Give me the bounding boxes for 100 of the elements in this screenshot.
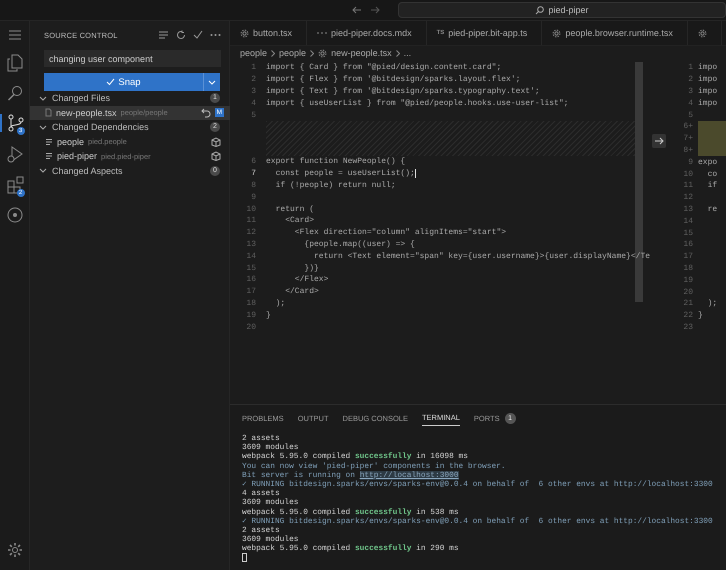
list-icon[interactable] [158,30,169,40]
line-number: 5 [687,110,694,120]
menu-icon[interactable] [8,29,22,41]
line-number: 15 [682,228,694,238]
code-line: const people = useUserList(); [274,169,415,178]
code-line: <Flex direction="column" alignItems="start"> [294,228,506,238]
line-number: 2 [687,75,694,84]
arrow-right-icon [654,137,664,145]
extensions-icon [6,176,24,194]
code-line: import { Card } from "@pied/design.content.card"; [266,63,502,72]
dropdown-button[interactable] [203,73,220,91]
line-number: 10 [682,170,694,179]
source-control-icon [6,114,24,132]
revert-icon[interactable] [200,108,211,118]
breadcrumb-item[interactable]: people [240,48,268,58]
line-number: 6+ [682,122,694,132]
line-number: 18 [245,298,257,308]
line-number: 14 [245,252,257,261]
terminal-cursor [242,553,247,562]
line-number: 3 [687,86,694,96]
line-number: 13 [682,204,694,214]
code-line: <Card> [284,216,314,226]
chevron-icon [39,124,47,130]
chevron-icon [39,168,47,174]
files-icon[interactable] [6,54,22,72]
command-center-search[interactable]: pied-piper [398,2,726,18]
code-line: import { Text } from '@bitdesign/sparks.typography.text'; [266,86,540,96]
gear-icon [318,48,328,58]
line-number: 5 [250,110,257,120]
line-number: 12 [245,228,257,238]
commit-message-field[interactable]: changing user component [44,50,221,67]
code-line: return ( [274,204,314,214]
more-icon[interactable] [210,33,221,37]
line-number: 9 [250,192,257,202]
editor-tab[interactable]: people.browser.runtime.tsx [542,21,688,45]
code-line: impo [698,63,718,72]
code-line: return <Text element="span" key={user.username}>{user.displayName}</Te [313,252,650,261]
code-line: </Card> [284,287,319,296]
forward-arrow-icon[interactable] [370,6,380,14]
code-line: impo [698,86,718,96]
editor-tab[interactable]: button.tsx [230,21,308,45]
line-number: 1 [250,63,257,72]
added-line-highlight [698,120,726,133]
breadcrumb-item[interactable]: ... [404,48,412,58]
code-line: } [266,310,271,320]
dashes-icon [317,31,328,35]
check-icon [106,78,116,86]
line-number: 14 [682,216,694,226]
line-number: 11 [682,181,694,190]
run-debug-icon[interactable] [6,145,24,163]
code-line: {people.map((user) => { [303,240,415,249]
editor-tab[interactable]: pied-piper.docs.mdx [307,21,427,45]
code-line: ); [706,299,718,308]
refresh-icon[interactable] [176,30,186,40]
line-number: 18 [682,264,694,273]
line-number: 13 [245,240,257,249]
breadcrumb-item[interactable]: new-people.tsx [331,48,392,58]
gear-icon [698,28,707,38]
line-number: 8+ [682,146,694,155]
search-icon [535,6,544,14]
revert-block-button[interactable] [652,134,666,148]
circle-logo-icon[interactable] [6,207,22,223]
line-number: 7+ [682,134,694,144]
box-icon[interactable] [211,136,221,147]
line-number: 16 [682,240,694,250]
code-line: } [698,311,703,320]
line-number: 19 [682,276,694,285]
code-line: import { Flex } from '@bitdesign/sparks.layout.flex'; [266,75,520,84]
chevron-right-icon [310,50,314,56]
line-number: 1 [687,63,694,72]
box-icon[interactable] [211,151,221,162]
check-icon[interactable] [193,30,203,40]
code-line: expo [698,158,718,167]
list-icon [45,152,53,160]
code-line: })} [303,264,319,273]
search-icon[interactable] [6,85,22,101]
line-number: 17 [682,252,694,262]
list-icon [45,138,53,146]
chevron-right-icon [271,50,276,56]
line-number: 2 [250,75,257,84]
code-line: co [706,170,718,179]
chevron-icon [39,96,47,101]
breadcrumb-item[interactable]: people [279,48,306,58]
line-number: 19 [245,310,257,320]
back-arrow-icon[interactable] [352,6,362,14]
line-number: 21 [682,299,694,308]
snap-button[interactable]: Snap [44,73,203,91]
line-number: 17 [245,287,257,296]
code-line: export function NewPeople() { [266,157,406,166]
line-number: 4 [687,98,694,108]
code-line: impo [698,75,718,84]
settings-icon[interactable] [6,542,22,558]
chevron-right-icon [396,50,400,56]
file-icon [45,108,52,118]
line-number: 16 [245,275,257,284]
code-line: if (!people) return null; [274,180,396,190]
added-line-highlight [698,144,726,156]
code-line: re [706,204,718,214]
code-line: import { useUserList } from "@pied/people.hooks.use-user-list"; [266,98,568,108]
line-number: 10 [245,204,257,214]
